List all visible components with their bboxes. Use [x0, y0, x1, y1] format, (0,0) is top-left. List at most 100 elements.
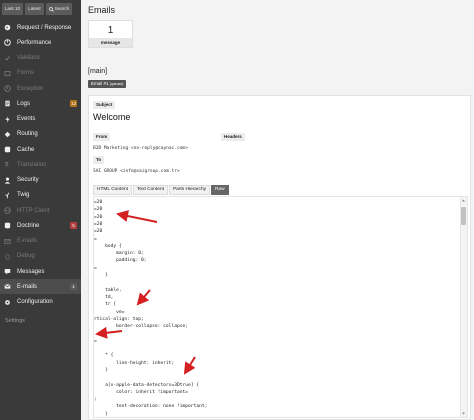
sidebar-item-request[interactable]: Request / Response: [0, 20, 81, 35]
forms-icon: [4, 70, 11, 77]
transport-title: [main]: [88, 68, 108, 75]
sidebar-item-label: Request / Response: [17, 24, 72, 31]
last-10-button[interactable]: Last 10: [2, 3, 24, 15]
sidebar-item-emails-disabled[interactable]: E-mails: [0, 234, 81, 249]
sidebar-item-label: E-mails: [17, 283, 38, 290]
routing-icon: [4, 131, 11, 138]
translation-icon: [4, 161, 11, 168]
code-line: }: [94, 367, 108, 373]
sidebar-item-label: Translation: [17, 161, 47, 168]
metric-label: message: [89, 38, 132, 47]
subject-value: Welcome: [93, 112, 131, 122]
vertical-scrollbar[interactable]: [460, 197, 467, 417]
sidebar: Last 10 Latest Search Request / Response…: [0, 0, 81, 420]
code-line: =20: [94, 214, 103, 220]
sidebar-item-performance[interactable]: Performance: [0, 35, 81, 50]
sidebar-item-translation[interactable]: Translation: [0, 157, 81, 172]
sidebar-item-label: Performance: [17, 39, 52, 46]
tab-text-content[interactable]: Text Content: [133, 185, 168, 195]
validator-icon: [4, 55, 11, 62]
sidebar-item-messages[interactable]: Messages: [0, 264, 81, 279]
sidebar-item-doctrine[interactable]: Doctrine 5: [0, 218, 81, 233]
search-button[interactable]: Search: [45, 3, 73, 15]
security-icon: [4, 177, 11, 184]
from-label: From: [93, 133, 111, 141]
latest-button[interactable]: Latest: [25, 3, 44, 15]
sidebar-item-label: Routing: [17, 131, 38, 138]
code-line: =: [94, 265, 97, 271]
code-line: body {: [94, 243, 122, 249]
code-line: ;: [94, 397, 97, 403]
code-line: =: [94, 236, 97, 242]
sidebar-toolbar: Last 10 Latest Search: [2, 3, 73, 15]
email-details-panel: Subject Welcome From Headers B2B Marketi…: [88, 95, 471, 420]
emails-disabled-icon: [4, 238, 11, 245]
sidebar-item-label: Validator: [17, 55, 41, 61]
code-line: table,: [94, 287, 122, 293]
messages-icon: [4, 268, 11, 275]
code-line: =: [94, 338, 97, 344]
sidebar-item-security[interactable]: Security: [0, 173, 81, 188]
sidebar-item-label: Logs: [17, 100, 31, 107]
scroll-down-icon[interactable]: [461, 411, 466, 416]
tab-raw[interactable]: Raw: [211, 185, 229, 195]
code-line: =20: [94, 200, 103, 205]
scroll-up-icon[interactable]: [461, 198, 466, 203]
email-tab-label: Email #1: [91, 81, 109, 86]
http-client-icon: [4, 207, 11, 214]
latest-label: Latest: [28, 6, 41, 11]
raw-content-viewer[interactable]: =20 =20 =20 =20 =20 = body { margin: 0; paddi…: [93, 196, 468, 418]
sidebar-item-label: Configuration: [17, 299, 53, 305]
email-tab[interactable]: Email #1 (queued): [88, 80, 127, 88]
code-line: padding: 0;: [94, 258, 147, 264]
code-line: }: [94, 411, 108, 417]
sidebar-item-routing[interactable]: Routing: [0, 127, 81, 142]
doctrine-icon: [4, 222, 11, 229]
tab-parts-hierarchy[interactable]: Parts Hierarchy: [168, 185, 211, 195]
sidebar-item-label: Twig: [17, 192, 30, 199]
code-line: text-decoration: none !important;: [94, 404, 208, 410]
exception-icon: [4, 85, 11, 92]
scrollbar-thumb[interactable]: [461, 207, 466, 225]
message-count-metric: 1 message: [88, 20, 133, 48]
sidebar-item-emails[interactable]: E-mails 1: [0, 279, 81, 295]
code-line: }: [94, 331, 108, 337]
sidebar-item-exception[interactable]: Exception: [0, 81, 81, 96]
sidebar-item-label: HTTP Client: [17, 207, 50, 214]
code-line: a[x-apple-data-detectors=3Dtrue] {: [94, 382, 200, 388]
code-line: ve=: [94, 309, 125, 315]
arrow-annotation-2: [136, 289, 151, 306]
sidebar-item-events[interactable]: Events: [0, 112, 81, 127]
sidebar-item-configuration[interactable]: Configuration: [0, 295, 81, 310]
logs-icon: [4, 100, 11, 107]
sidebar-item-label: Events: [17, 116, 36, 122]
sidebar-item-validator[interactable]: Validator: [0, 51, 81, 66]
sidebar-item-cache[interactable]: Cache: [0, 142, 81, 157]
code-line: =20: [94, 221, 103, 227]
code-line: =20: [94, 207, 103, 213]
page-title: Emails: [88, 5, 116, 15]
sidebar-item-label: Exception: [17, 85, 44, 92]
emails-icon: [4, 283, 11, 290]
sidebar-item-label: Doctrine: [17, 222, 40, 229]
sidebar-item-label: Cache: [17, 146, 35, 153]
code-line: line-height: inherit;: [94, 360, 175, 366]
performance-icon: [4, 39, 11, 47]
settings-link[interactable]: Settings: [5, 318, 25, 324]
sidebar-item-twig[interactable]: Twig: [0, 188, 81, 203]
subject-label: Subject: [93, 101, 116, 109]
events-icon: [4, 115, 11, 123]
code-line: }: [94, 273, 108, 278]
debug-icon: [4, 253, 11, 260]
request-icon: [4, 24, 11, 31]
code-line: rtical-align: top;: [94, 316, 144, 322]
code-line: border-collapse: collapse;: [94, 324, 189, 330]
code-line: color: inherit !important=: [94, 389, 189, 395]
sidebar-item-http-client[interactable]: HTTP Client: [0, 203, 81, 218]
arrow-annotation-1: [116, 210, 158, 223]
tab-html-content[interactable]: HTML Content: [93, 185, 133, 195]
sidebar-item-logs[interactable]: Logs 12: [0, 96, 81, 111]
sidebar-item-forms[interactable]: Forms: [0, 66, 81, 81]
sidebar-item-debug[interactable]: Debug: [0, 249, 81, 264]
headers-label[interactable]: Headers: [221, 133, 245, 141]
